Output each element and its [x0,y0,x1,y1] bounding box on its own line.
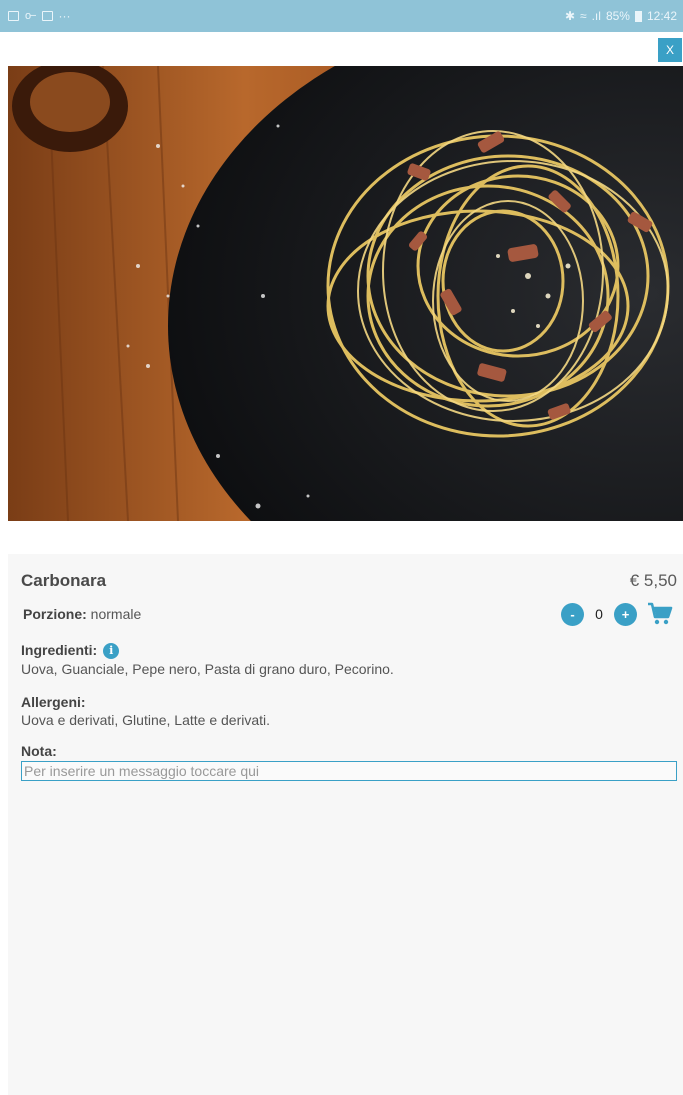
portion-row: Porzione: normale [23,606,141,622]
more-icon: ··· [58,9,71,23]
quantity-stepper: - 0 + [561,602,673,626]
dish-photo [8,66,683,521]
status-bar-system: ✱ ≈ .ıl 85% 12:42 [565,9,677,23]
info-icon[interactable]: i [103,643,120,659]
bluetooth-icon: ✱ [564,9,575,23]
dish-price: € 5,50 [629,571,677,590]
dish-details-panel: Carbonara € 5,50 Porzione: normale - 0 +… [8,554,683,1095]
note-label: Nota: [21,743,57,759]
battery-icon [634,10,642,22]
battery-percent: 85% [605,9,630,23]
status-bar: o− ··· ✱ ≈ .ıl 85% 12:42 [0,0,683,32]
ingredients-text: Uova, Guanciale, Pepe nero, Pasta di gra… [21,661,394,677]
portion-value[interactable]: normale [91,606,142,622]
allergens-text: Uova e derivati, Glutine, Latte e deriva… [21,712,271,728]
allergens-label: Allergeni: [21,694,86,710]
quantity-value: 0 [595,606,603,622]
dish-name: Carbonara [21,571,107,590]
cart-icon[interactable] [647,602,673,626]
key-icon: o− [25,10,37,22]
ingredients-label: Ingredienti: i [21,642,120,659]
image-icon [8,11,19,21]
clock: 12:42 [646,9,677,23]
decrease-quantity-button[interactable]: - [561,602,584,626]
signal-icon: .ıl [591,9,601,23]
wifi-icon: ≈ [580,9,587,23]
increase-quantity-button[interactable]: + [614,602,637,626]
mail-icon [41,11,53,21]
ingredients-label-text: Ingredienti: [21,642,98,658]
close-button[interactable]: X [658,38,682,62]
portion-label: Porzione: [23,606,87,622]
note-input[interactable] [21,761,677,781]
status-bar-notifications: o− ··· [8,9,71,23]
